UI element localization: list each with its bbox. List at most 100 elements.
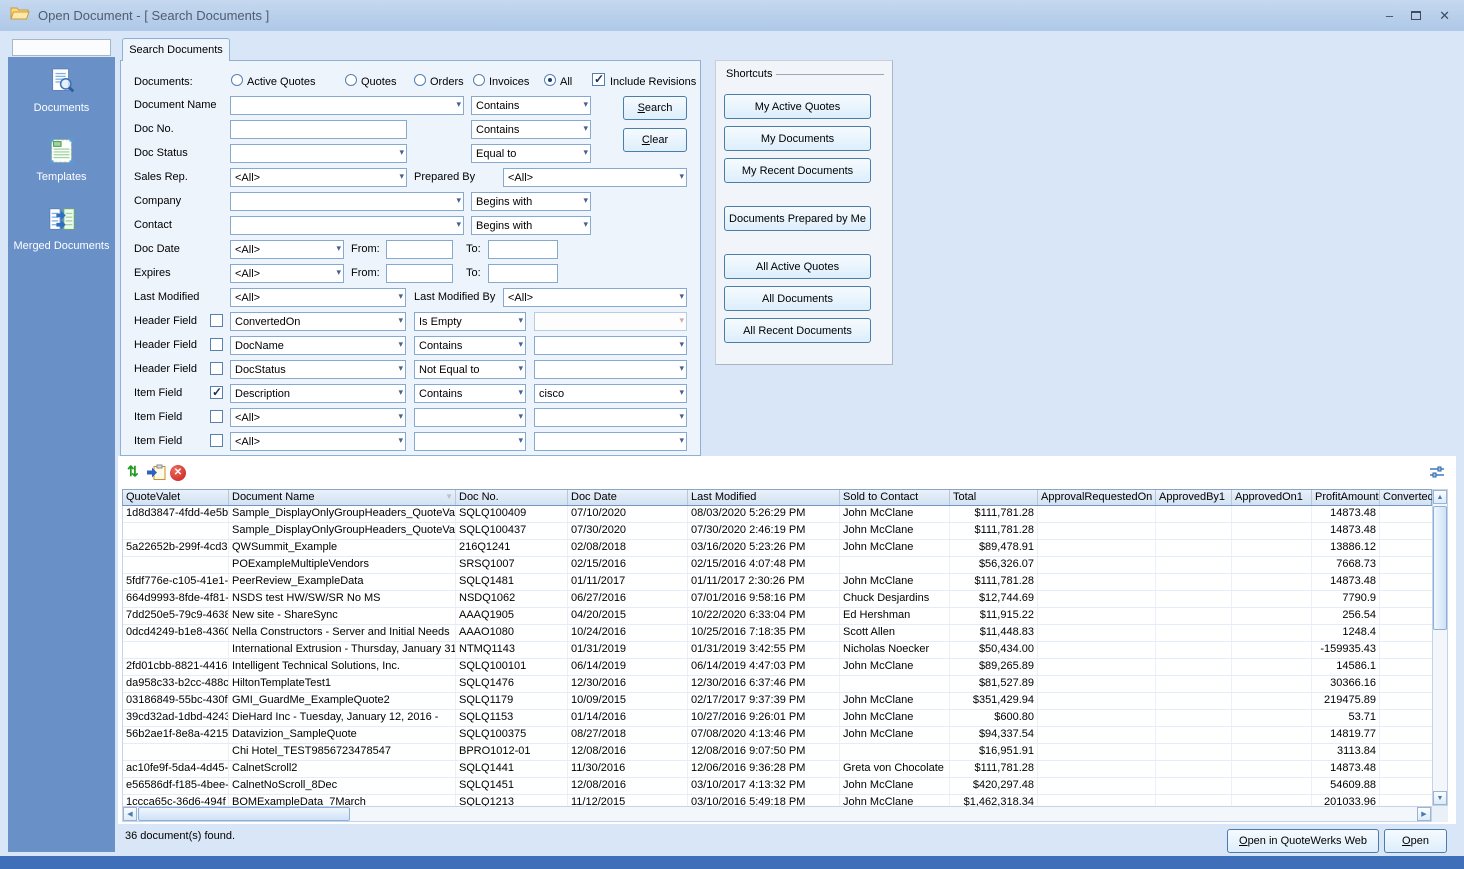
company-input[interactable]: [230, 192, 464, 211]
column-header-docno[interactable]: Doc No.: [456, 490, 568, 505]
table-row[interactable]: ac10fe9f-5da4-4d45-CalnetScroll2SQLQ1441…: [123, 761, 1432, 778]
table-row[interactable]: Chi Hotel_TEST9856723478547BPRO1012-0112…: [123, 744, 1432, 761]
scroll-up-icon[interactable]: ▲: [1433, 490, 1447, 504]
open-in-quotewerks-web-button[interactable]: Open in QuoteWerks Web: [1227, 829, 1379, 853]
item-field-2-checkbox[interactable]: [210, 410, 223, 423]
radio-invoices[interactable]: [473, 74, 485, 86]
expires-range-select[interactable]: <All>: [230, 264, 344, 283]
header-field-1-select[interactable]: ConvertedOn: [230, 312, 406, 331]
table-row[interactable]: 56b2ae1f-8e8a-4215Datavizion_SampleQuote…: [123, 727, 1432, 744]
doc-no-input[interactable]: [230, 120, 407, 139]
table-row[interactable]: POExampleMultipleVendorsSRSQ100702/15/20…: [123, 557, 1432, 574]
header-field-1-value[interactable]: [534, 312, 687, 331]
sidebar-item-documents[interactable]: Documents: [8, 67, 115, 114]
item-field-1-value[interactable]: cisco: [534, 384, 687, 403]
table-row[interactable]: 0dcd4249-b1e8-4360Nella Constructors - S…: [123, 625, 1432, 642]
column-header-approval_requested[interactable]: ApprovalRequestedOn: [1038, 490, 1156, 505]
prepared-by-select[interactable]: <All>: [503, 168, 687, 187]
last-modified-by-select[interactable]: <All>: [503, 288, 687, 307]
document-name-operator[interactable]: Contains: [471, 96, 591, 115]
clear-button[interactable]: Clear: [623, 128, 687, 152]
header-field-2-value[interactable]: [534, 336, 687, 355]
vertical-scrollbar[interactable]: ▲ ▼: [1432, 489, 1448, 806]
item-field-3-value[interactable]: [534, 432, 687, 451]
contact-operator[interactable]: Begins with: [471, 216, 591, 235]
table-row[interactable]: 39cd32ad-1dbd-4243DieHard Inc - Tuesday,…: [123, 710, 1432, 727]
close-icon[interactable]: ✕: [1439, 9, 1450, 22]
column-header-quotevalet[interactable]: QuoteValet: [123, 490, 229, 505]
radio-orders[interactable]: [414, 74, 426, 86]
contact-input[interactable]: [230, 216, 464, 235]
doc-date-from-input[interactable]: [386, 240, 453, 259]
scroll-right-icon[interactable]: ▶: [1417, 807, 1431, 821]
scroll-down-icon[interactable]: ▼: [1433, 791, 1447, 805]
item-field-2-operator[interactable]: [414, 408, 526, 427]
doc-status-select[interactable]: [230, 144, 407, 163]
tab-search-documents[interactable]: Search Documents: [122, 38, 230, 61]
scroll-left-icon[interactable]: ◀: [123, 807, 137, 821]
sales-rep-select[interactable]: <All>: [230, 168, 407, 187]
item-field-2-value[interactable]: [534, 408, 687, 427]
header-field-2-operator[interactable]: Contains: [414, 336, 526, 355]
my-recent-documents-button[interactable]: My Recent Documents: [724, 158, 871, 183]
all-active-quotes-button[interactable]: All Active Quotes: [724, 254, 871, 279]
table-row[interactable]: 7dd250e5-79c9-4638New site - ShareSyncAA…: [123, 608, 1432, 625]
header-field-3-operator[interactable]: Not Equal to: [414, 360, 526, 379]
radio-quotes[interactable]: [345, 74, 357, 86]
table-row[interactable]: 5fdf776e-c105-41e1-PeerReview_ExampleDat…: [123, 574, 1432, 591]
last-modified-select[interactable]: <All>: [230, 288, 406, 307]
include-revisions-checkbox[interactable]: [592, 73, 605, 86]
table-row[interactable]: 2fd01cbb-8821-4416Intelligent Technical …: [123, 659, 1432, 676]
expires-to-input[interactable]: [488, 264, 558, 283]
all-recent-documents-button[interactable]: All Recent Documents: [724, 318, 871, 343]
horizontal-scrollbar[interactable]: ◀ ▶: [122, 806, 1432, 822]
import-document-icon[interactable]: [146, 464, 167, 486]
expires-from-input[interactable]: [386, 264, 453, 283]
column-header-modified[interactable]: Last Modified: [688, 490, 840, 505]
refresh-icon[interactable]: ⇅: [127, 463, 139, 480]
item-field-1-select[interactable]: Description: [230, 384, 406, 403]
column-header-approved_on[interactable]: ApprovedOn1: [1232, 490, 1312, 505]
table-row[interactable]: Sample_DisplayOnlyGroupHeaders_QuoteVale…: [123, 523, 1432, 540]
documents-prepared-by-me-button[interactable]: Documents Prepared by Me: [724, 206, 871, 231]
item-field-1-operator[interactable]: Contains: [414, 384, 526, 403]
table-row[interactable]: 5a22652b-299f-4cd3QWSummit_Example216Q12…: [123, 540, 1432, 557]
header-field-3-select[interactable]: DocStatus: [230, 360, 406, 379]
my-documents-button[interactable]: My Documents: [724, 126, 871, 151]
open-button[interactable]: Open: [1384, 829, 1447, 853]
delete-icon[interactable]: ✕: [170, 465, 186, 481]
header-field-2-checkbox[interactable]: [210, 338, 223, 351]
doc-status-operator[interactable]: Equal to: [471, 144, 591, 163]
table-row[interactable]: e56586df-f185-4bee-CalnetNoScroll_8DecSQ…: [123, 778, 1432, 795]
header-field-3-checkbox[interactable]: [210, 362, 223, 375]
table-row[interactable]: 1d8d3847-4fdd-4e5bSample_DisplayOnlyGrou…: [123, 506, 1432, 523]
item-field-3-operator[interactable]: [414, 432, 526, 451]
item-field-2-select[interactable]: <All>: [230, 408, 406, 427]
document-name-input[interactable]: [230, 96, 464, 115]
header-field-1-checkbox[interactable]: [210, 314, 223, 327]
company-operator[interactable]: Begins with: [471, 192, 591, 211]
table-row[interactable]: 1ccca65c-36d6-494fBOMExampleData_7MarchS…: [123, 795, 1432, 806]
horizontal-scroll-thumb[interactable]: [138, 807, 350, 821]
column-header-name[interactable]: Document Name▼: [229, 490, 456, 505]
sidebar-item-merged-documents[interactable]: Merged Documents: [8, 205, 115, 252]
vertical-scroll-thumb[interactable]: [1433, 506, 1447, 630]
column-header-approved_by[interactable]: ApprovedBy1: [1156, 490, 1232, 505]
grid-settings-icon[interactable]: [1429, 465, 1445, 484]
minimize-icon[interactable]: –: [1386, 9, 1393, 22]
item-field-3-checkbox[interactable]: [210, 434, 223, 447]
my-active-quotes-button[interactable]: My Active Quotes: [724, 94, 871, 119]
column-header-docdate[interactable]: Doc Date: [568, 490, 688, 505]
column-header-total[interactable]: Total: [950, 490, 1038, 505]
table-row[interactable]: International Extrusion - Thursday, Janu…: [123, 642, 1432, 659]
item-field-3-select[interactable]: <All>: [230, 432, 406, 451]
header-field-2-select[interactable]: DocName: [230, 336, 406, 355]
radio-active-quotes[interactable]: [231, 74, 243, 86]
column-header-contact[interactable]: Sold to Contact: [840, 490, 950, 505]
all-documents-button[interactable]: All Documents: [724, 286, 871, 311]
header-field-3-value[interactable]: [534, 360, 687, 379]
column-header-converted[interactable]: ConvertedOn: [1380, 490, 1433, 505]
radio-all[interactable]: [544, 74, 556, 86]
sidebar-item-templates[interactable]: Templates: [8, 136, 115, 183]
doc-no-operator[interactable]: Contains: [471, 120, 591, 139]
